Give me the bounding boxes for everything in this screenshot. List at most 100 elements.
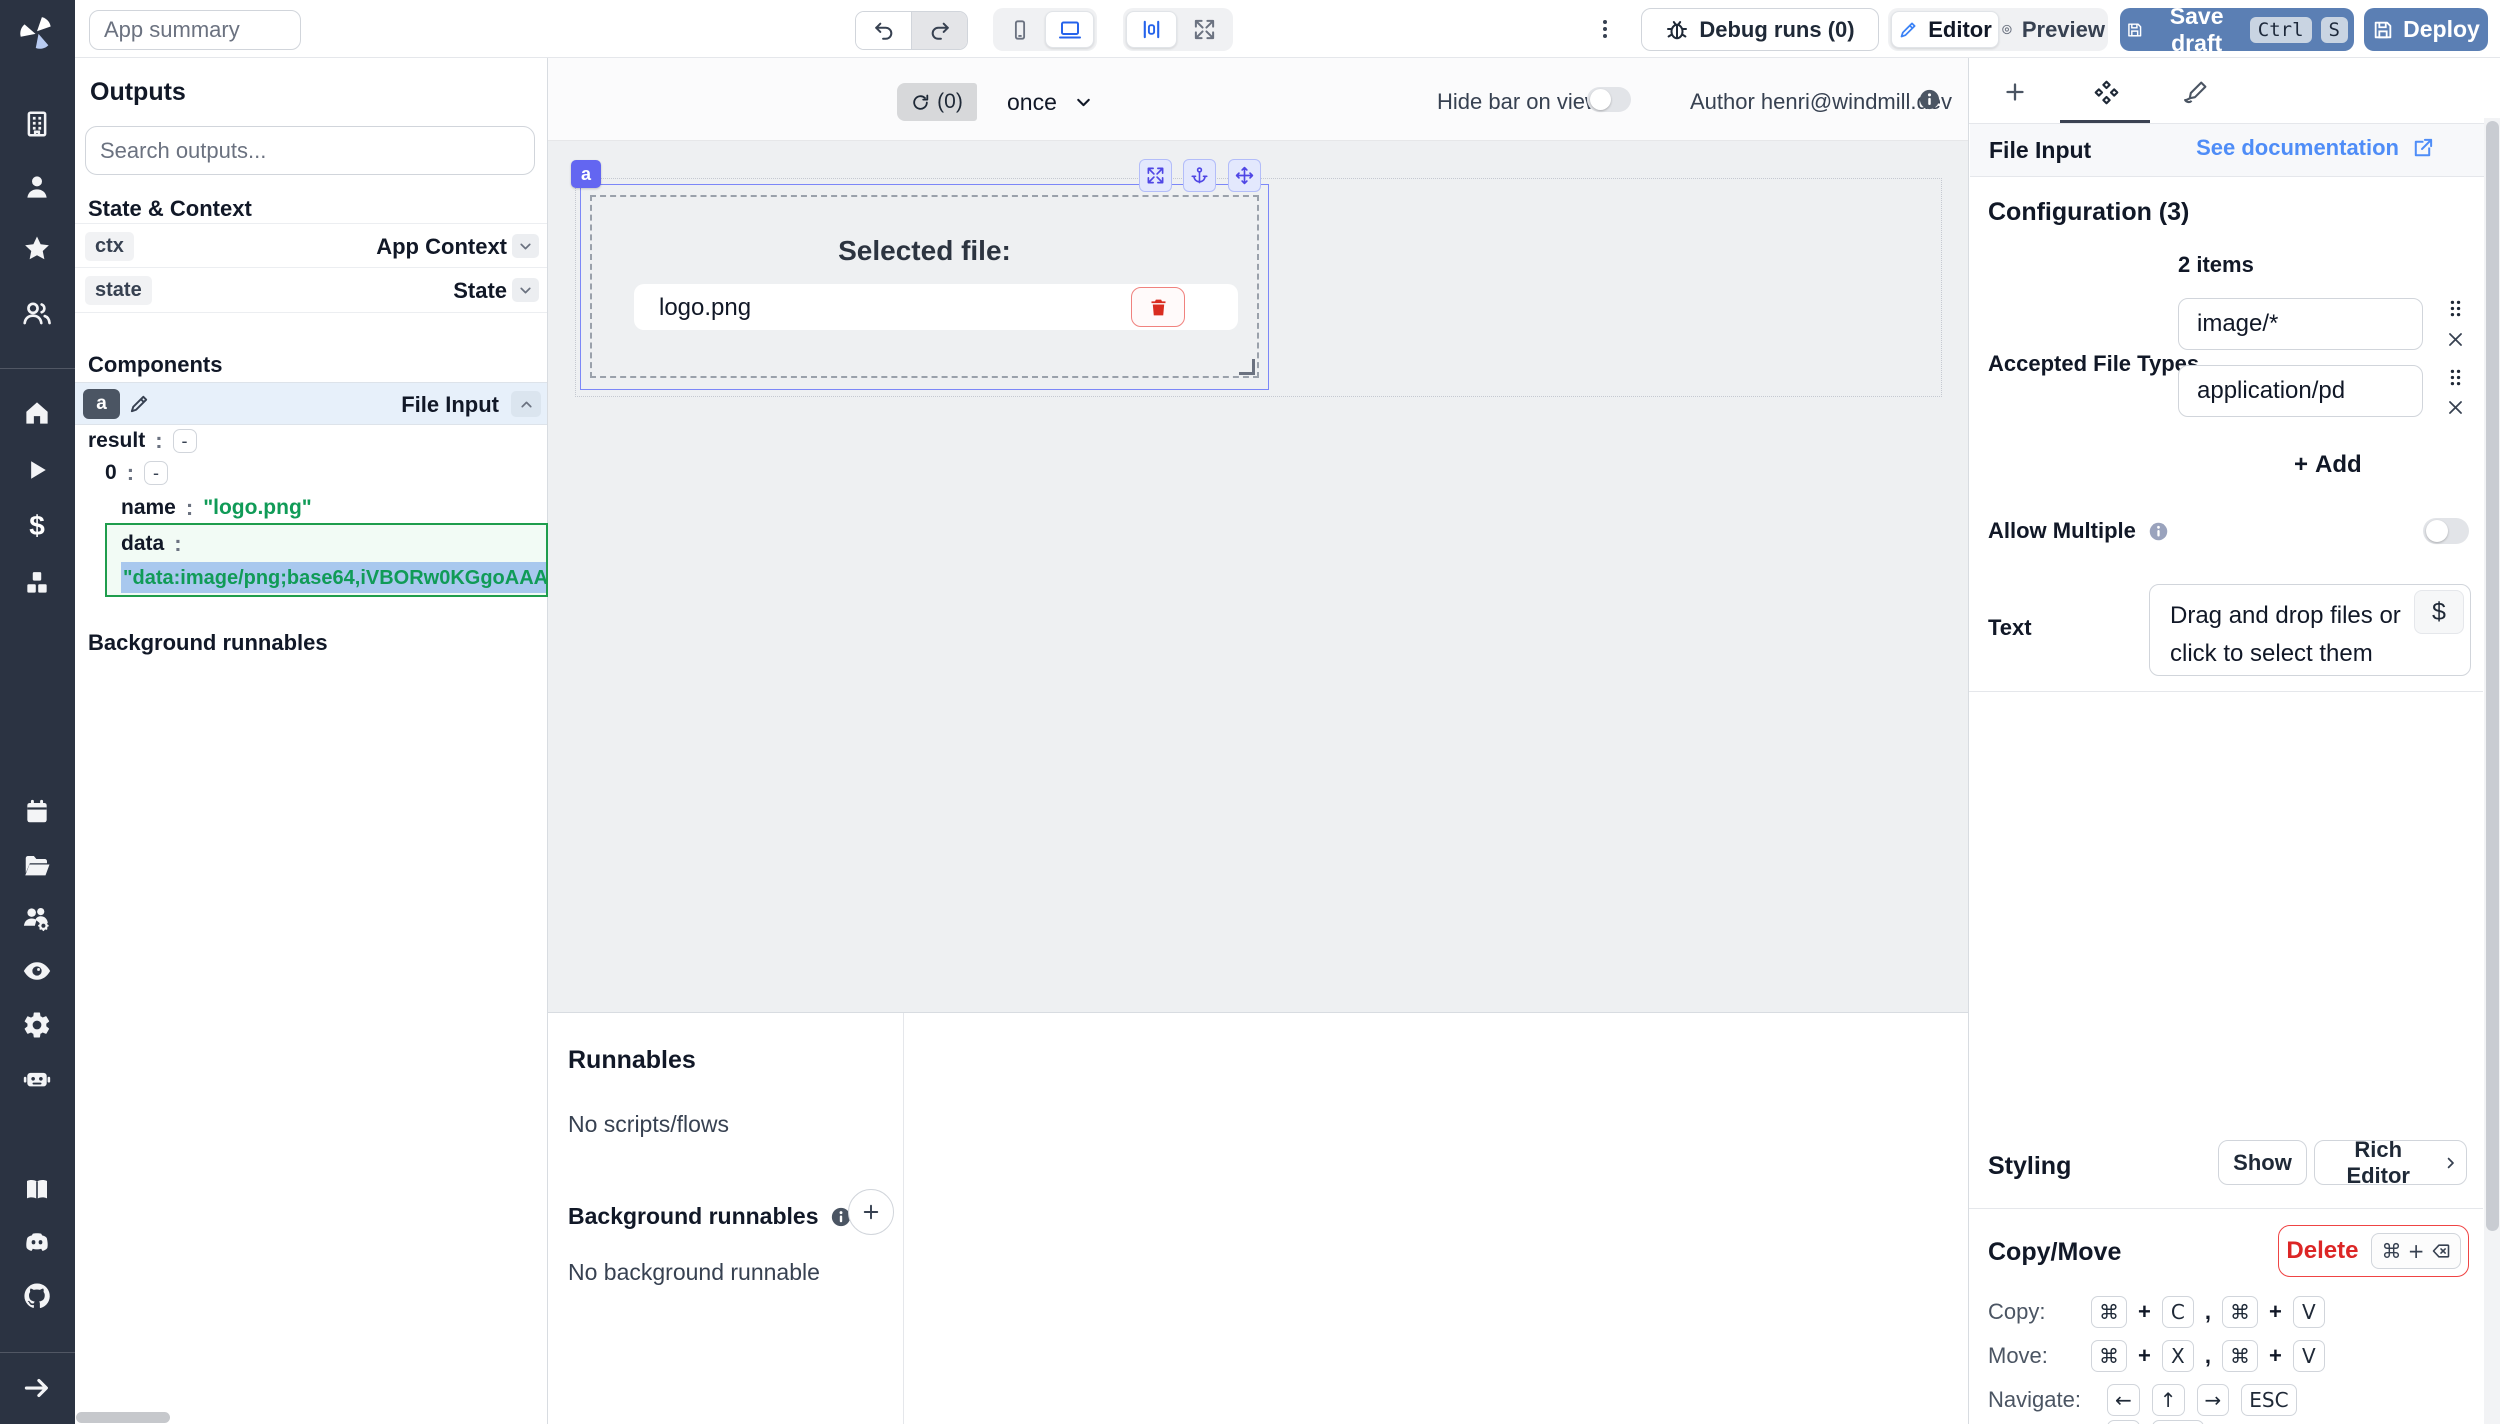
settings-gear-icon[interactable]: [22, 1010, 52, 1040]
ctx-row[interactable]: ctx App Context: [75, 223, 547, 268]
delete-label: Delete: [2286, 1237, 2358, 1265]
connect-dollar-button[interactable]: $: [2414, 590, 2464, 634]
vertical-scrollbar-thumb[interactable]: [2486, 121, 2499, 1231]
top-toolbar: Debug runs (0) Editor Preview Save draft…: [75, 0, 2500, 58]
allow-multiple-info-icon[interactable]: [2148, 521, 2169, 542]
kbd-ctrl: Ctrl: [2250, 17, 2312, 43]
navigate-shortcut-label: Navigate:: [1988, 1387, 2095, 1413]
styling-show-button[interactable]: Show: [2218, 1140, 2307, 1185]
runnables-divider: [903, 1013, 904, 1424]
comma-glyph: ,: [2205, 1343, 2211, 1369]
mobile-view-button[interactable]: [996, 11, 1043, 48]
drag-handle-icon-2[interactable]: [2443, 365, 2467, 389]
tree-data-selected-box[interactable]: data : "data:image/png;base64,iVBORw0KGg…: [105, 523, 548, 597]
component-id-badge-canvas[interactable]: a: [571, 160, 601, 188]
home-icon[interactable]: [22, 398, 52, 428]
state-row[interactable]: state State: [75, 268, 547, 313]
refresh-all-button[interactable]: (0): [897, 83, 977, 121]
delete-component-button[interactable]: Delete ⌘ +: [2278, 1225, 2469, 1277]
folders-icon[interactable]: [22, 851, 52, 881]
add-accepted-type-button[interactable]: + Add: [2294, 451, 2362, 479]
save-draft-button[interactable]: Save draft Ctrl S: [2120, 8, 2354, 51]
add-background-runnable-button[interactable]: [848, 1189, 894, 1235]
accepted-type-input-2[interactable]: [2178, 365, 2423, 417]
component-collapse-chevron-up-icon[interactable]: [511, 391, 541, 417]
kbd-v: V: [2293, 1340, 2325, 1372]
expand-sidebar-arrow-icon[interactable]: [22, 1373, 52, 1403]
tab-insert-plus-icon[interactable]: [2001, 78, 2029, 106]
vertical-scrollbar-track[interactable]: [2484, 118, 2500, 1424]
text-value-field[interactable]: Drag and drop files or click to select t…: [2149, 584, 2471, 676]
text-value: Drag and drop files or click to select t…: [2170, 597, 2405, 673]
move-icon: [1235, 166, 1254, 185]
collapse-result-button[interactable]: -: [173, 429, 197, 453]
tree-key-data: data: [121, 532, 164, 556]
collapse-0-button[interactable]: -: [144, 461, 168, 485]
component-move-button[interactable]: [1228, 159, 1261, 192]
shortcut-row-partial: [1988, 1420, 2204, 1424]
allow-multiple-toggle[interactable]: [2423, 518, 2469, 544]
resize-handle[interactable]: [1239, 359, 1255, 375]
runs-play-icon[interactable]: [23, 456, 51, 484]
desktop-view-button[interactable]: [1045, 11, 1094, 48]
resources-cubes-icon[interactable]: [23, 569, 52, 598]
rich-editor-button[interactable]: Rich Editor: [2314, 1140, 2467, 1185]
tree-colon: :: [186, 495, 193, 521]
refresh-mode-dropdown[interactable]: once: [1007, 83, 1094, 121]
accepted-type-input-1[interactable]: [2178, 298, 2423, 350]
variables-dollar-icon[interactable]: $: [29, 510, 45, 542]
see-documentation-link[interactable]: See documentation: [2196, 135, 2434, 161]
rail-divider: [0, 1352, 75, 1353]
remove-file-trash-button[interactable]: [1131, 287, 1185, 327]
remove-type-2-close-icon[interactable]: [2445, 397, 2466, 418]
app-summary-input[interactable]: [89, 10, 301, 50]
audit-eye-icon[interactable]: [22, 956, 53, 987]
component-expand-button[interactable]: [1139, 159, 1172, 192]
component-anchor-button[interactable]: [1183, 159, 1216, 192]
center-layout-button[interactable]: [1126, 11, 1177, 48]
app-canvas[interactable]: Selected file: logo.png a: [548, 140, 1968, 1012]
runnables-panel: Runnables No scripts/flows Background ru…: [548, 1012, 1968, 1424]
tab-editor[interactable]: Editor: [1891, 11, 1999, 48]
tree-key-0: 0: [105, 461, 117, 485]
component-row-file-input[interactable]: a File Input: [75, 382, 547, 425]
horizontal-scrollbar-thumb[interactable]: [76, 1412, 170, 1423]
user-icon[interactable]: [22, 172, 52, 202]
github-icon[interactable]: [22, 1281, 52, 1311]
ctx-chevron-down-icon[interactable]: [512, 234, 539, 258]
tab-preview[interactable]: Preview: [2001, 11, 2105, 48]
undo-button[interactable]: [856, 12, 911, 49]
docs-book-icon[interactable]: [22, 1175, 52, 1205]
ai-robot-icon[interactable]: [22, 1063, 53, 1094]
search-out puts-input[interactable]: [85, 126, 535, 175]
tree-row-result: result : -: [88, 427, 197, 455]
workspace-building-icon[interactable]: [22, 109, 52, 139]
tab-theme-brush-icon[interactable]: [2181, 78, 2209, 106]
edit-component-pencil-icon[interactable]: [128, 392, 151, 415]
state-chevron-down-icon[interactable]: [512, 278, 539, 302]
groups-users-icon[interactable]: [21, 297, 53, 329]
discord-icon[interactable]: [22, 1227, 52, 1257]
hide-bar-toggle[interactable]: [1587, 87, 1631, 112]
more-options-kebab-icon[interactable]: [1591, 15, 1619, 43]
redo-button[interactable]: [911, 12, 967, 49]
drag-handle-icon-1[interactable]: [2443, 296, 2467, 320]
selected-component-file-input[interactable]: Selected file: logo.png: [580, 184, 1269, 390]
tab-component-settings-icon[interactable]: [2091, 77, 2121, 107]
tree-row-0: 0 : -: [105, 459, 168, 487]
tree-colon: :: [127, 460, 134, 486]
see-documentation-label: See documentation: [2196, 135, 2399, 161]
author-info-icon[interactable]: [1918, 88, 1941, 111]
tree-row-name: name : "logo.png": [121, 494, 312, 522]
schedules-calendar-icon[interactable]: [23, 798, 52, 827]
section-divider: [1969, 1208, 2483, 1209]
favorites-star-icon[interactable]: [22, 234, 52, 264]
fullwidth-layout-button[interactable]: [1179, 11, 1230, 48]
debug-runs-button[interactable]: Debug runs (0): [1641, 8, 1879, 51]
remove-type-1-close-icon[interactable]: [2445, 329, 2466, 350]
workers-icon[interactable]: [21, 902, 53, 934]
windmill-logo[interactable]: [16, 12, 58, 54]
kbd-cmd: ⌘: [2222, 1340, 2258, 1372]
deploy-button[interactable]: Deploy: [2364, 8, 2488, 51]
allow-multiple-label: Allow Multiple: [1988, 518, 2136, 544]
